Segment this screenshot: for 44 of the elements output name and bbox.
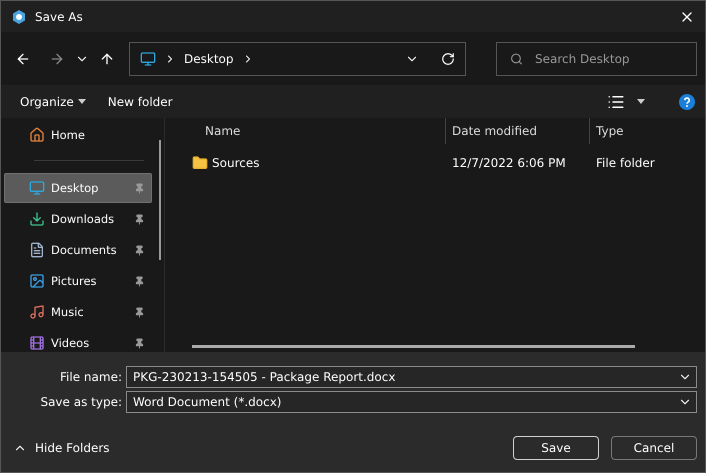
film-icon (29, 335, 45, 351)
document-icon (29, 242, 45, 258)
file-name-field[interactable]: PKG-230213-154505 - Package Report.docx (126, 366, 697, 388)
address-bar[interactable]: Desktop (129, 42, 466, 76)
sidebar-item[interactable]: Desktop (4, 173, 152, 203)
field-label: Save as type: (39, 395, 122, 409)
sidebar-item[interactable]: Music (4, 297, 152, 327)
home-icon (29, 127, 45, 143)
sidebar-item[interactable]: Pictures (4, 266, 152, 296)
dropdown-triangle-icon[interactable] (637, 99, 645, 104)
search-field[interactable]: Search Desktop (496, 42, 697, 76)
scrollbar[interactable] (159, 140, 161, 260)
hide-folders-button[interactable]: Hide Folders (13, 441, 110, 455)
field-label: File name: (59, 370, 122, 384)
sidebar-item[interactable]: Home (4, 120, 152, 150)
folder-icon (192, 155, 208, 171)
picture-icon (29, 273, 45, 289)
cancel-button[interactable]: Cancel (611, 436, 697, 460)
address-segment[interactable]: Desktop (184, 52, 234, 66)
dropdown-triangle-icon (78, 99, 86, 104)
help-icon[interactable] (679, 94, 695, 110)
desktop-icon (140, 50, 156, 66)
scrollbar[interactable] (192, 345, 635, 348)
table-cell-text: File folder (595, 156, 656, 170)
sidebar-item[interactable]: Downloads (4, 204, 152, 234)
desktop-icon (29, 180, 45, 196)
refresh-icon[interactable] (441, 52, 455, 66)
toolbar-button[interactable]: Organize (20, 94, 86, 108)
search-icon (510, 52, 523, 65)
window-title: Save As (35, 10, 84, 24)
file-type-dropdown[interactable]: Word Document (*.docx) (126, 391, 697, 413)
column-header[interactable]: Name (192, 118, 446, 144)
column-header[interactable]: Date modified (446, 118, 590, 144)
sidebar-item[interactable]: Documents (4, 235, 152, 265)
forward-arrow-icon[interactable] (49, 50, 65, 66)
table-cell[interactable]: Sources (192, 155, 446, 171)
app-logo-icon (11, 8, 27, 24)
table-cell-text: 12/7/2022 6:06 PM (451, 156, 567, 170)
music-note-icon (29, 304, 45, 320)
sidebar-item[interactable]: Videos (4, 328, 152, 352)
toolbar-button[interactable]: New folder (108, 94, 173, 108)
column-header[interactable]: Type (590, 118, 705, 144)
download-icon (29, 211, 45, 227)
save-button[interactable]: Save (513, 436, 599, 460)
